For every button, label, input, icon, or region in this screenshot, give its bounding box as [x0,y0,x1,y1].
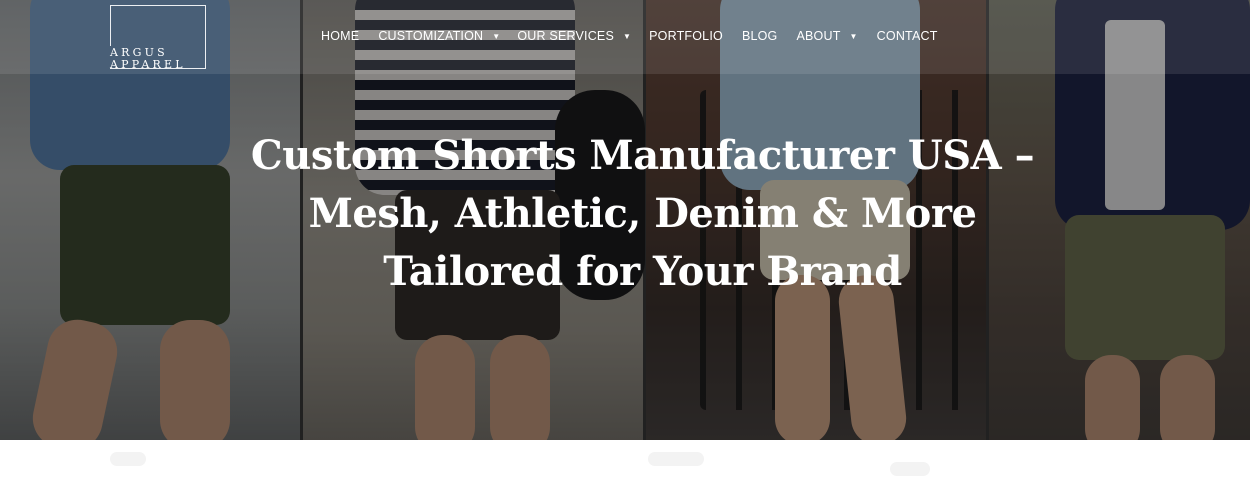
nav-item-label: CUSTOMIZATION [378,29,484,43]
faded-content [110,452,146,466]
content-area [0,440,1250,478]
nav-item-label: HOME [321,29,360,43]
chevron-down-icon: ▼ [492,31,501,41]
nav-item-our-services[interactable]: OUR SERVICES ▼ [517,27,631,45]
hero-section: ARGUS APPAREL HOME CUSTOMIZATION ▼ OUR S… [0,0,1250,440]
chevron-down-icon: ▼ [849,31,858,41]
hero-title: Custom Shorts Manufacturer USA – Mesh, A… [250,132,1035,295]
nav-item-label: ABOUT [796,29,841,43]
brand-logo-line2: APPAREL [110,58,186,71]
brand-logo[interactable]: ARGUS APPAREL [110,5,206,71]
faded-content [890,462,930,476]
nav-item-home[interactable]: HOME [321,27,359,45]
main-nav: HOME CUSTOMIZATION ▼ OUR SERVICES ▼ PORT… [321,27,938,45]
nav-item-contact[interactable]: CONTACT [877,27,938,45]
chevron-down-icon: ▼ [623,31,632,41]
nav-item-portfolio[interactable]: PORTFOLIO [649,27,723,45]
nav-item-blog[interactable]: BLOG [742,27,778,45]
faded-content [648,452,704,466]
nav-item-label: PORTFOLIO [649,29,723,43]
nav-item-label: BLOG [741,29,778,43]
nav-item-label: OUR SERVICES [517,29,614,43]
nav-item-label: CONTACT [876,29,938,43]
nav-item-about[interactable]: ABOUT ▼ [796,27,857,45]
nav-item-customization[interactable]: CUSTOMIZATION ▼ [378,27,500,45]
